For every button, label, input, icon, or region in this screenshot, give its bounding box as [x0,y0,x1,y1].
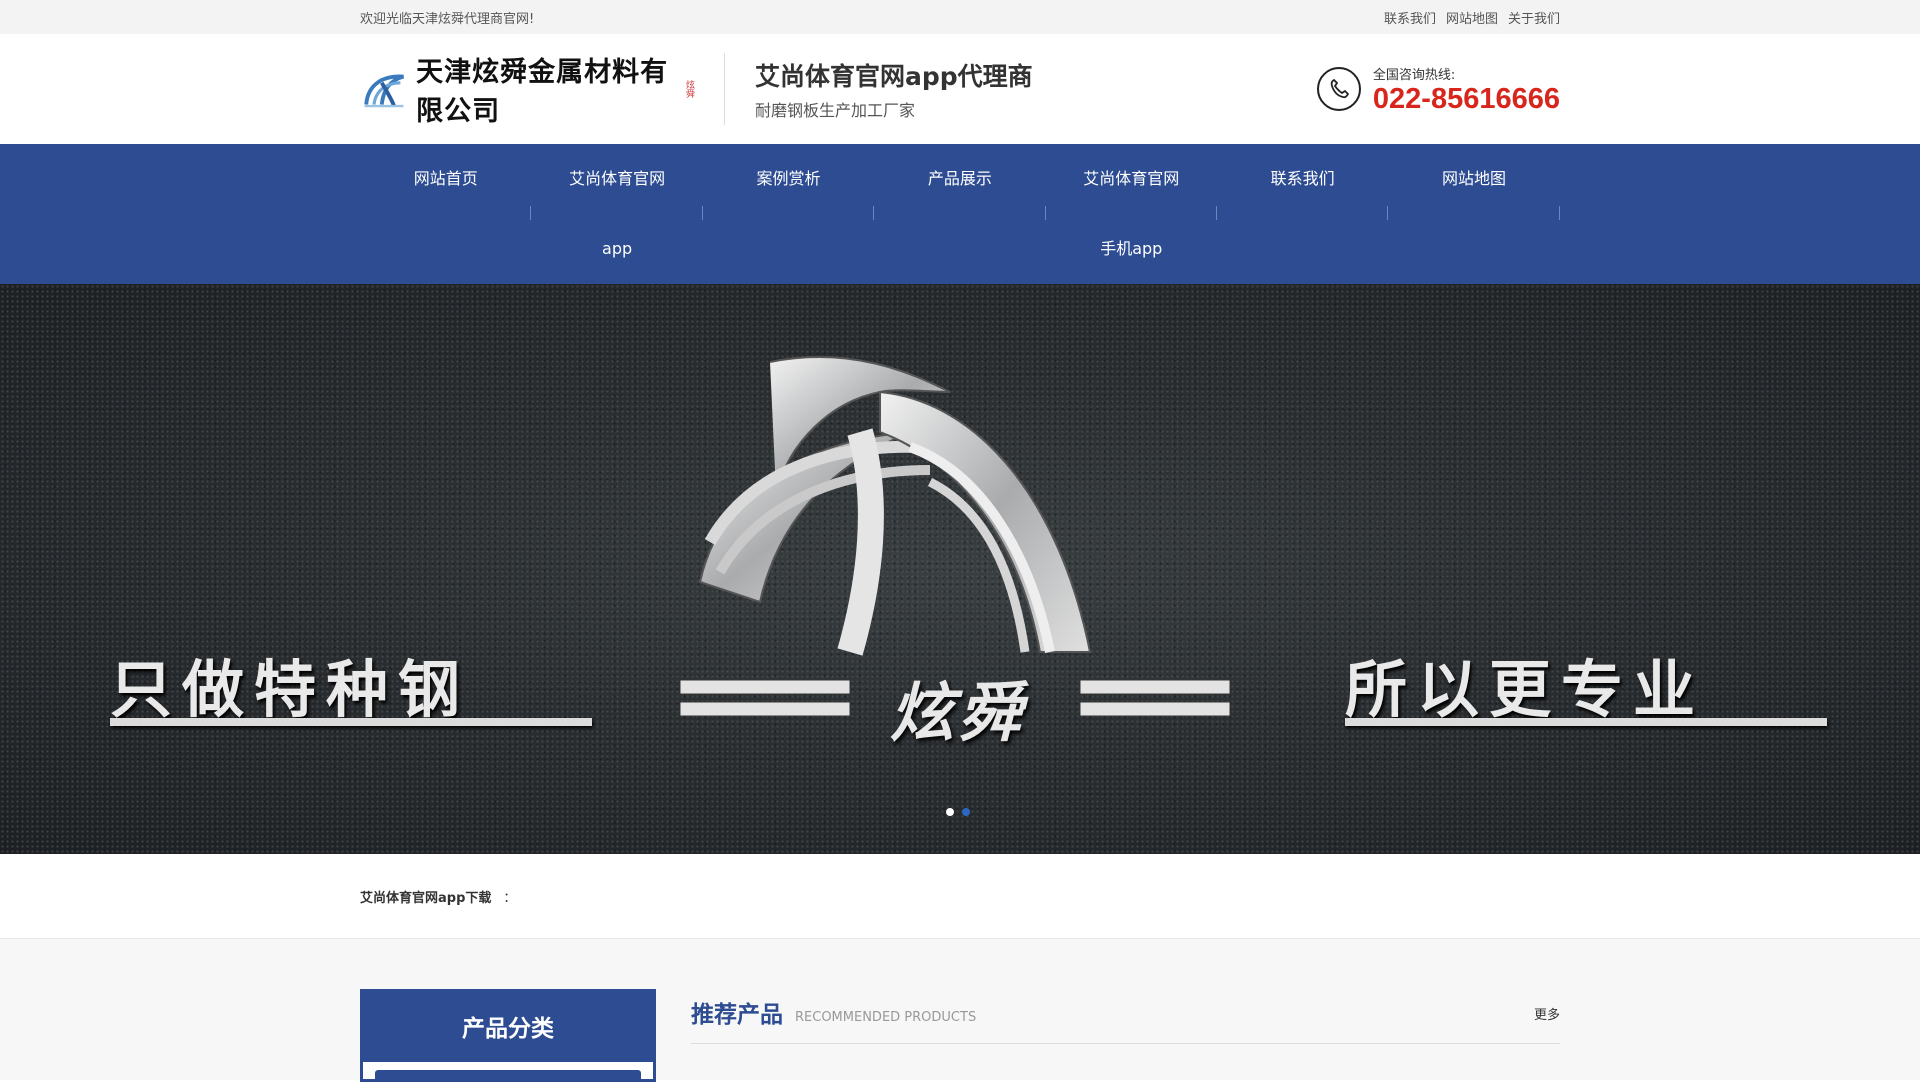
more-link[interactable]: 更多 [1534,1004,1560,1023]
banner-left-underline [110,718,592,726]
logo-mark-icon [364,74,405,108]
nav-label: 产品展示 [927,169,992,188]
banner-right-text: 所以更专业 [1345,653,1706,726]
section-title: 推荐产品 [691,1002,783,1028]
nav-item-mobile-app[interactable]: 艾尚体育官网 手机app [1046,144,1218,284]
hotline-label: 全国咨询热线: [1372,67,1456,83]
slider-dot-1[interactable] [946,808,954,816]
sidebar-first-category[interactable] [375,1070,641,1082]
nav-item-sitemap[interactable]: 网站地图 [1388,144,1561,284]
top-bar: 欢迎光临天津炫舜代理商官网! 联系我们 网站地图 关于我们 [0,0,1920,34]
nav-item-home[interactable]: 网站首页 [360,144,532,284]
banner-brand-text: 炫舜 [890,677,1026,751]
section-header: 推荐产品 RECOMMENDED PRODUCTS 更多 [691,989,1560,1044]
notice-colon: ： [503,890,517,906]
welcome-text: 欢迎光临天津炫舜代理商官网! [360,11,535,27]
banner-right-underline [1345,718,1827,726]
sidebar-body [360,1062,656,1082]
main-content: 产品分类 推荐产品 RECOMMENDED PRODUCTS 更多 [0,939,1920,1082]
nav-label-line2: 手机app [1100,239,1163,258]
nav-item-products[interactable]: 产品展示 [874,144,1046,284]
nav-list: 网站首页 艾尚体育官网 app 案例赏析 产品展示 艾尚体育官网 手机app 联… [360,144,1561,284]
nav-label: 艾尚体育官网 [569,169,666,188]
hero-banner[interactable]: 只做特种钢 炫舜 所以更专业 [0,284,1920,854]
top-links: 联系我们 网站地图 关于我们 [1384,8,1560,27]
header-slogan: 艾尚体育官网app代理商 耐磨钢板生产加工厂家 [755,57,1033,121]
main-nav: 网站首页 艾尚体育官网 app 案例赏析 产品展示 艾尚体育官网 手机app 联… [0,144,1920,284]
top-link-about[interactable]: 关于我们 [1508,8,1560,27]
nav-label: 案例赏析 [756,169,821,188]
sidebar-title: 产品分类 [360,989,656,1062]
logo-text: 天津炫舜金属材料有限公司 [416,57,669,127]
nav-label: 联系我们 [1270,169,1335,188]
notice-label[interactable]: 艾尚体育官网app下载 [360,887,491,906]
product-sidebar: 产品分类 [360,989,656,1082]
slider-dots [946,808,970,816]
nav-label: 网站首页 [413,169,478,188]
site-header: 天津炫舜金属材料有限公司 炫舜 艾尚体育官网app代理商 耐磨钢板生产加工厂家 … [0,34,1920,144]
top-link-sitemap[interactable]: 网站地图 [1446,8,1498,27]
hotline: 全国咨询热线: 022-85616666 [1316,64,1560,115]
phone-icon [1316,67,1361,111]
nav-item-cases[interactable]: 案例赏析 [703,144,875,284]
banner-left-text: 只做特种钢 [110,653,471,726]
slider-dot-2[interactable] [962,808,970,816]
nav-label-line2: app [602,239,633,258]
nav-item-contact[interactable]: 联系我们 [1217,144,1389,284]
company-logo[interactable]: 天津炫舜金属材料有限公司 炫舜 [360,57,696,127]
top-link-contact[interactable]: 联系我们 [1384,8,1436,27]
nav-label: 艾尚体育官网 [1083,169,1180,188]
slogan-title: 艾尚体育官网app代理商 [755,62,1033,91]
nav-item-app[interactable]: 艾尚体育官网 app [531,144,704,284]
hotline-number[interactable]: 022-85616666 [1373,83,1560,115]
nav-label: 网站地图 [1442,169,1507,188]
recommended-section: 推荐产品 RECOMMENDED PRODUCTS 更多 [691,989,1560,1082]
logo-seal: 炫舜 [684,80,694,98]
notice-bar: 艾尚体育官网app下载 ： [0,854,1920,939]
section-subtitle: RECOMMENDED PRODUCTS [795,1010,977,1025]
slogan-subtitle: 耐磨钢板生产加工厂家 [755,101,916,120]
header-divider [724,53,725,125]
